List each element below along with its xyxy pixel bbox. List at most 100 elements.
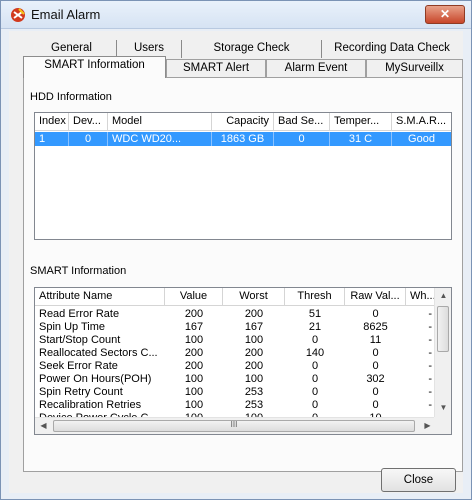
cell-worst: 100 bbox=[244, 373, 264, 385]
table-row[interactable]: Reallocated Sectors C... 200 200 140 0 - bbox=[35, 346, 436, 360]
cell-attribute-name: Power On Hours(POH) bbox=[39, 373, 152, 385]
tab-mysurveillx[interactable]: MySurveillx bbox=[366, 59, 463, 77]
cell-value: 100 bbox=[184, 373, 204, 385]
cell-when-failed: - bbox=[428, 373, 432, 385]
smart-information-panel: HDD Information Index Dev... Model Capac… bbox=[23, 77, 463, 472]
cell-worst: 200 bbox=[244, 308, 264, 320]
cell-attribute-name: Spin Retry Count bbox=[39, 386, 123, 398]
cell-when-failed: - bbox=[428, 321, 432, 333]
cell-smart-status: Good bbox=[408, 133, 435, 145]
tab-alarm-event[interactable]: Alarm Event bbox=[266, 59, 366, 77]
column-header-index[interactable]: Index bbox=[35, 113, 69, 131]
column-header-model[interactable]: Model bbox=[108, 113, 212, 131]
cell-when-failed: - bbox=[428, 308, 432, 320]
scroll-up-arrow-icon[interactable]: ▲ bbox=[435, 291, 451, 300]
cell-thresh: 0 bbox=[311, 334, 319, 346]
cell-when-failed: - bbox=[428, 386, 432, 398]
cell-value: 200 bbox=[184, 308, 204, 320]
cell-thresh: 0 bbox=[311, 373, 319, 385]
cell-value: 100 bbox=[184, 386, 204, 398]
email-alarm-window: Email Alarm ✕ General Users Storage Chec… bbox=[0, 0, 472, 500]
table-row[interactable]: Read Error Rate 200 200 51 0 - bbox=[35, 307, 436, 321]
hdd-information-table[interactable]: Index Dev... Model Capacity Bad Se... Te… bbox=[34, 112, 452, 240]
tab-smart-alert[interactable]: SMART Alert bbox=[166, 59, 266, 77]
cell-index: 1 bbox=[35, 132, 69, 146]
table-row[interactable]: Spin Up Time 167 167 21 8625 - bbox=[35, 320, 436, 334]
hdd-table-header: Index Dev... Model Capacity Bad Se... Te… bbox=[35, 113, 451, 131]
cell-worst: 200 bbox=[244, 347, 264, 359]
column-header-when-failed[interactable]: Wh... bbox=[406, 288, 436, 306]
cell-raw-value: 0 bbox=[372, 399, 379, 411]
dialog-client: General Users Storage Check Recording Da… bbox=[9, 31, 463, 493]
cell-worst: 253 bbox=[244, 399, 264, 411]
table-row[interactable]: Spin Retry Count 100 253 0 0 - bbox=[35, 385, 436, 399]
title-bar[interactable]: Email Alarm ✕ bbox=[1, 1, 471, 29]
cell-when-failed: - bbox=[428, 334, 432, 346]
cell-thresh: 0 bbox=[311, 399, 319, 411]
cell-thresh: 0 bbox=[311, 386, 319, 398]
tab-smart-information[interactable]: SMART Information bbox=[23, 56, 166, 78]
cell-attribute-name: Recalibration Retries bbox=[39, 399, 142, 411]
horizontal-scroll-thumb[interactable]: III bbox=[53, 420, 415, 432]
column-header-smart-status[interactable]: S.M.A.R... bbox=[392, 113, 451, 131]
table-row[interactable]: Seek Error Rate 200 200 0 0 - bbox=[35, 359, 436, 373]
smart-information-label: SMART Information bbox=[30, 265, 127, 277]
cell-attribute-name: Start/Stop Count bbox=[39, 334, 121, 346]
table-row[interactable]: Start/Stop Count 100 100 0 11 - bbox=[35, 333, 436, 347]
alarm-app-icon bbox=[11, 8, 25, 22]
cell-raw-value: 302 bbox=[366, 373, 385, 385]
cell-worst: 253 bbox=[244, 386, 264, 398]
cell-capacity: 1863 GB bbox=[212, 132, 274, 146]
cell-thresh: 51 bbox=[308, 308, 322, 320]
column-header-temperature[interactable]: Temper... bbox=[330, 113, 392, 131]
table-row[interactable]: 1 0 WDC WD20... 1863 GB 0 31 C Good bbox=[35, 132, 451, 146]
cell-model: WDC WD20... bbox=[108, 132, 212, 146]
smart-table-header: Attribute Name Value Worst Thresh Raw Va… bbox=[35, 288, 436, 306]
cell-when-failed: - bbox=[428, 360, 432, 372]
cell-bad-sectors: 0 bbox=[274, 132, 330, 146]
vertical-scroll-thumb[interactable] bbox=[437, 306, 449, 352]
column-header-attribute-name[interactable]: Attribute Name bbox=[35, 288, 165, 306]
cell-raw-value: 0 bbox=[372, 347, 379, 359]
vertical-scrollbar[interactable]: ▲ ▼ bbox=[434, 288, 451, 417]
cell-thresh: 21 bbox=[308, 321, 322, 333]
tab-recording-data-check[interactable]: Recording Data Check bbox=[322, 40, 462, 58]
smart-information-table[interactable]: Attribute Name Value Worst Thresh Raw Va… bbox=[34, 287, 452, 435]
close-button[interactable]: Close bbox=[381, 468, 456, 492]
cell-attribute-name: Reallocated Sectors C... bbox=[39, 347, 158, 359]
cell-worst: 167 bbox=[244, 321, 264, 333]
cell-raw-value: 0 bbox=[372, 386, 379, 398]
cell-value: 100 bbox=[184, 334, 204, 346]
cell-attribute-name: Read Error Rate bbox=[39, 308, 120, 320]
column-header-thresh[interactable]: Thresh bbox=[285, 288, 345, 306]
scroll-down-arrow-icon[interactable]: ▼ bbox=[435, 403, 451, 412]
cell-raw-value: 8625 bbox=[363, 321, 388, 333]
cell-when-failed: - bbox=[428, 347, 432, 359]
cell-value: 167 bbox=[184, 321, 204, 333]
tab-storage-check[interactable]: Storage Check bbox=[182, 40, 322, 58]
scroll-corner bbox=[434, 417, 451, 434]
close-window-button[interactable]: ✕ bbox=[425, 5, 465, 24]
cell-thresh: 140 bbox=[305, 347, 325, 359]
column-header-capacity[interactable]: Capacity bbox=[212, 113, 274, 131]
horizontal-scrollbar[interactable]: ◀ III ▶ bbox=[35, 417, 436, 434]
cell-device: 0 bbox=[69, 132, 108, 146]
cell-value: 200 bbox=[184, 347, 204, 359]
column-header-bad-sectors[interactable]: Bad Se... bbox=[274, 113, 330, 131]
cell-value: 100 bbox=[184, 399, 204, 411]
scroll-left-arrow-icon[interactable]: ◀ bbox=[35, 421, 52, 430]
column-header-worst[interactable]: Worst bbox=[223, 288, 285, 306]
cell-attribute-name: Seek Error Rate bbox=[39, 360, 118, 372]
cell-raw-value: 0 bbox=[372, 360, 379, 372]
cell-temperature: 31 C bbox=[330, 132, 392, 146]
cell-worst: 200 bbox=[244, 360, 264, 372]
cell-attribute-name: Spin Up Time bbox=[39, 321, 106, 333]
column-header-device[interactable]: Dev... bbox=[69, 113, 108, 131]
column-header-raw-value[interactable]: Raw Val... bbox=[345, 288, 406, 306]
hdd-information-label: HDD Information bbox=[30, 91, 112, 103]
column-header-value[interactable]: Value bbox=[165, 288, 223, 306]
cell-worst: 100 bbox=[244, 334, 264, 346]
table-row[interactable]: Recalibration Retries 100 253 0 0 - bbox=[35, 398, 436, 412]
cell-value: 200 bbox=[184, 360, 204, 372]
table-row[interactable]: Power On Hours(POH) 100 100 0 302 - bbox=[35, 372, 436, 386]
